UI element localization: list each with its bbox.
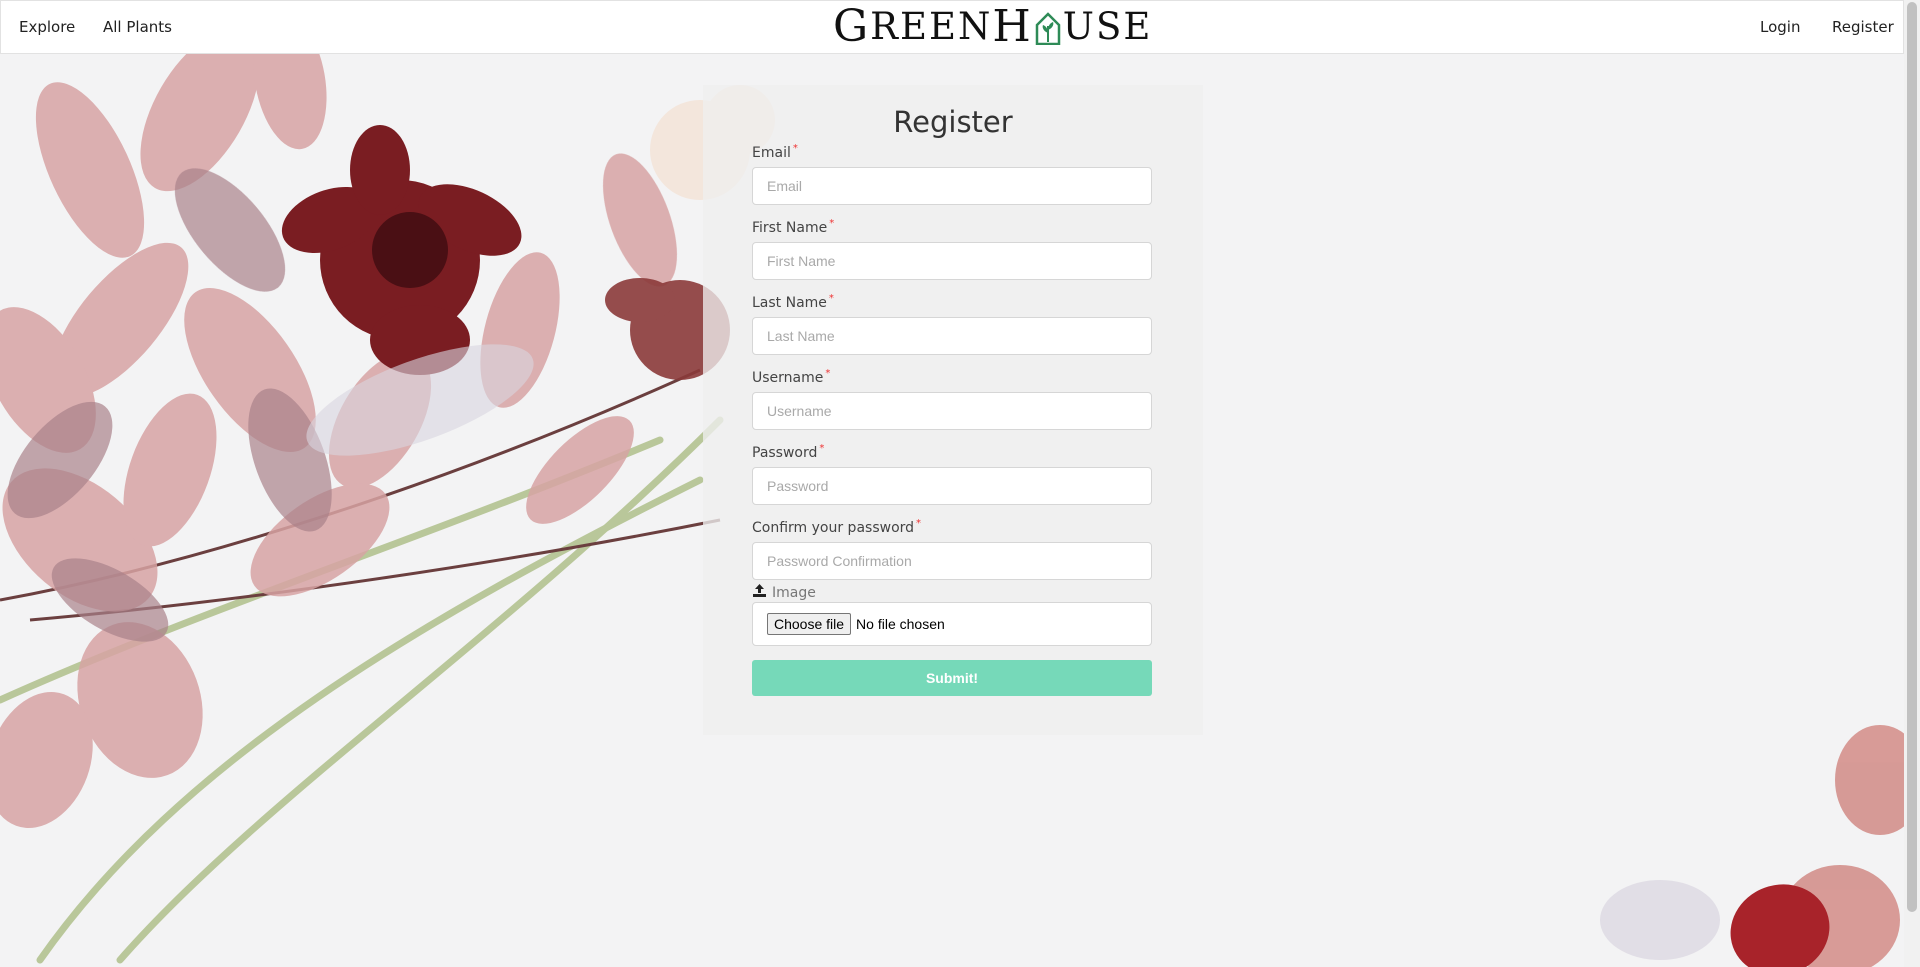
- image-upload-label: Image: [752, 583, 816, 602]
- choose-file-button[interactable]: Choose file: [767, 613, 852, 635]
- nav-login-link[interactable]: Login: [1760, 18, 1800, 36]
- logo-text-h: H: [992, 0, 1033, 52]
- greenhouse-logo[interactable]: G REEN H USE: [833, 1, 1153, 52]
- email-label: Email *: [752, 143, 798, 161]
- email-input[interactable]: [752, 167, 1152, 205]
- submit-button[interactable]: Submit!: [752, 660, 1152, 696]
- first-name-label-text: First Name: [752, 220, 828, 236]
- confirm-password-input[interactable]: [752, 542, 1152, 580]
- scrollbar-thumb[interactable]: [1907, 2, 1917, 912]
- nav-register-link[interactable]: Register: [1832, 18, 1894, 36]
- last-name-label-text: Last Name: [752, 295, 827, 311]
- confirm-password-label-text: Confirm your password: [752, 520, 915, 536]
- image-file-input[interactable]: Choose file No file chosen: [752, 602, 1152, 646]
- required-asterisk: *: [792, 143, 798, 154]
- username-label: Username *: [752, 368, 831, 386]
- logo-text-g: G: [833, 0, 871, 52]
- username-input[interactable]: [752, 392, 1152, 430]
- image-label-text: Image: [772, 584, 816, 601]
- page-scrollbar[interactable]: [1904, 0, 1920, 967]
- nav-explore-link[interactable]: Explore: [19, 18, 75, 36]
- first-name-label: First Name *: [752, 218, 835, 236]
- file-status-text: No file chosen: [856, 616, 945, 632]
- required-asterisk: *: [916, 518, 922, 529]
- nav-all-plants-link[interactable]: All Plants: [103, 18, 172, 36]
- first-name-input[interactable]: [752, 242, 1152, 280]
- required-asterisk: *: [828, 293, 834, 304]
- required-asterisk: *: [819, 443, 825, 454]
- logo-text-use: USE: [1062, 4, 1153, 48]
- username-label-text: Username: [752, 370, 824, 386]
- register-form-panel: Register Email*First Name*Last Name*User…: [703, 85, 1203, 735]
- last-name-input[interactable]: [752, 317, 1152, 355]
- password-label-text: Password: [752, 445, 818, 461]
- top-navbar: Explore All Plants G REEN H USE Login Regi…: [0, 0, 1904, 54]
- email-label-text: Email: [752, 145, 791, 161]
- house-plant-icon: [1035, 11, 1061, 46]
- required-asterisk: *: [825, 368, 831, 379]
- upload-icon: [752, 583, 767, 602]
- last-name-label: Last Name *: [752, 293, 834, 311]
- password-input[interactable]: [752, 467, 1152, 505]
- register-title: Register: [893, 105, 1013, 139]
- logo-text-reen: REEN: [870, 4, 993, 48]
- required-asterisk: *: [829, 218, 835, 229]
- password-label: Password *: [752, 443, 825, 461]
- confirm-password-label: Confirm your password *: [752, 518, 922, 536]
